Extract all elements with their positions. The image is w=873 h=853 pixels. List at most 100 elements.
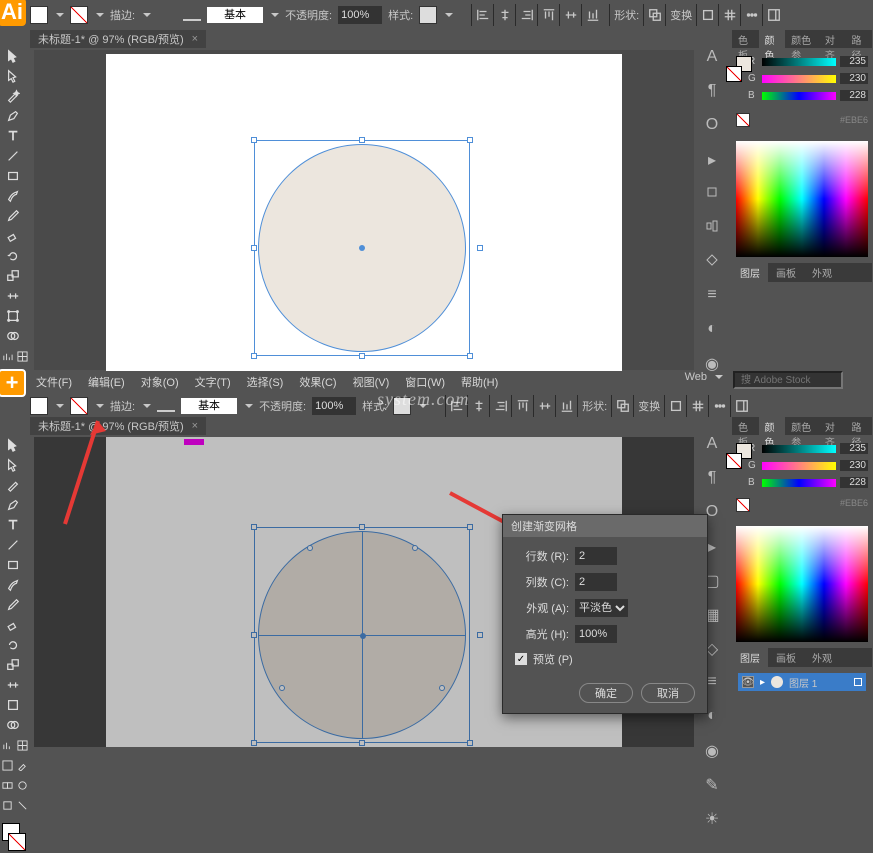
menu-view[interactable]: 视图(V) [347,370,396,394]
selection-tool[interactable] [0,46,26,66]
anchor-tl[interactable] [307,545,313,551]
mesh-tool[interactable] [15,346,30,366]
handle-tl[interactable] [251,137,257,143]
tab-swatches[interactable]: 色板 [732,417,759,435]
style-swatch[interactable] [419,6,437,24]
handle-bl[interactable] [251,353,257,359]
direct-selection-tool[interactable] [0,66,26,86]
symbols-panel-icon[interactable]: ☀ [702,809,722,829]
shape-builder-tool[interactable] [0,326,26,346]
align-center-h-icon[interactable] [467,395,489,417]
column-graph-tool[interactable] [0,735,15,755]
panel-dock-icon[interactable] [762,4,784,26]
pencil-tool[interactable] [0,595,26,615]
brush-tool[interactable] [0,186,26,206]
artboard-tool[interactable] [0,795,15,815]
panel-fill-stroke[interactable] [736,443,742,469]
handle-bc[interactable] [359,740,365,746]
more-icon[interactable] [740,4,762,26]
gradient-tool[interactable] [0,755,15,775]
fill-swatch[interactable] [30,6,48,24]
handle-tl[interactable] [251,524,257,530]
width-tool[interactable] [0,286,26,306]
tab-pathfinder[interactable]: 路径 [845,417,872,435]
stroke-panel-icon[interactable]: ≡ [702,286,722,306]
menu-object[interactable]: 对象(O) [135,370,185,394]
shape-unite-icon[interactable] [611,395,633,417]
r-slider[interactable] [762,58,836,66]
blend-tool[interactable] [0,775,15,795]
scale-tool[interactable] [0,266,26,286]
more-icon[interactable] [708,395,730,417]
eyedropper-tool[interactable] [15,755,30,775]
anchor-tr[interactable] [412,545,418,551]
ok-button[interactable]: 确定 [579,683,633,703]
menu-edit[interactable]: 编辑(E) [82,370,131,394]
menu-select[interactable]: 选择(S) [241,370,290,394]
g-slider[interactable] [762,462,836,470]
pencil-tool[interactable] [0,206,26,226]
appearance-select[interactable]: 平淡色 [575,599,628,617]
g-slider[interactable] [762,75,836,83]
canvas[interactable] [34,50,694,370]
menu-file[interactable]: 文件(F) [30,370,78,394]
brush-preview[interactable] [157,400,175,412]
paragraph-panel-icon[interactable]: ¶ [702,82,722,102]
tab-artboards[interactable]: 画板 [768,263,804,282]
column-graph-tool[interactable] [0,346,15,366]
type-panel-icon[interactable]: A [702,48,722,68]
align-left-icon[interactable] [471,4,493,26]
panel-fill-stroke[interactable] [736,56,742,82]
pathfinder-panel-icon[interactable] [702,252,722,272]
tab-color[interactable]: 颜色 [759,417,786,435]
handle-tr[interactable] [467,524,473,530]
none-color-icon[interactable] [736,498,750,512]
selection-tool[interactable] [0,435,26,455]
magic-wand-tool[interactable] [0,86,26,106]
tab-appearance[interactable]: 外观 [804,263,840,282]
type-panel-icon[interactable]: A [702,435,722,455]
transform-panel-icon[interactable] [702,184,722,204]
handle-mr[interactable] [477,632,483,638]
b-value[interactable]: 228 [840,90,868,101]
fill-swatch[interactable] [30,397,48,415]
close-tab-icon[interactable]: × [192,33,198,45]
tab-artboards[interactable]: 画板 [768,648,804,667]
r-slider[interactable] [762,445,836,453]
isolate-icon[interactable] [696,4,718,26]
handle-br[interactable] [467,740,473,746]
mesh-tool[interactable] [15,735,30,755]
symbol-sprayer-tool[interactable] [15,775,30,795]
stock-search[interactable] [733,371,843,389]
line-tool[interactable] [0,535,26,555]
rectangle-tool[interactable] [0,166,26,186]
panel-dock-icon[interactable] [730,395,752,417]
b-slider[interactable] [762,92,836,100]
preview-checkbox[interactable]: ✓ [515,653,527,665]
tab-color[interactable]: 颜色 [759,30,786,48]
pen-tool[interactable] [0,106,26,126]
r-value[interactable]: 235 [840,56,868,67]
appearance-panel-icon[interactable]: ◉ [702,741,722,761]
cols-input[interactable] [575,573,617,591]
handle-bl[interactable] [251,740,257,746]
pen-tool[interactable] [0,495,26,515]
menu-type[interactable]: 文字(T) [189,370,237,394]
opentype-panel-icon[interactable]: O [702,116,722,136]
color-spectrum[interactable] [736,526,868,642]
direct-selection-tool[interactable] [0,455,26,475]
document-tab[interactable]: 未标题-1* @ 97% (RGB/预览) × [30,417,206,435]
arrange-icon[interactable] [686,395,708,417]
line-tool[interactable] [0,146,26,166]
stroke-weight-dd[interactable] [143,13,151,17]
shape-builder-tool[interactable] [0,715,26,735]
tab-appearance[interactable]: 外观 [804,648,840,667]
arrange-icon[interactable] [718,4,740,26]
paragraph-panel-icon[interactable]: ¶ [702,469,722,489]
eraser-tool[interactable] [0,226,26,246]
align-center-h-icon[interactable] [493,4,515,26]
align-right-icon[interactable] [489,395,511,417]
close-tab-icon[interactable]: × [192,420,198,432]
tab-layers[interactable]: 图层 [732,648,768,667]
align-bottom-icon[interactable] [555,395,577,417]
